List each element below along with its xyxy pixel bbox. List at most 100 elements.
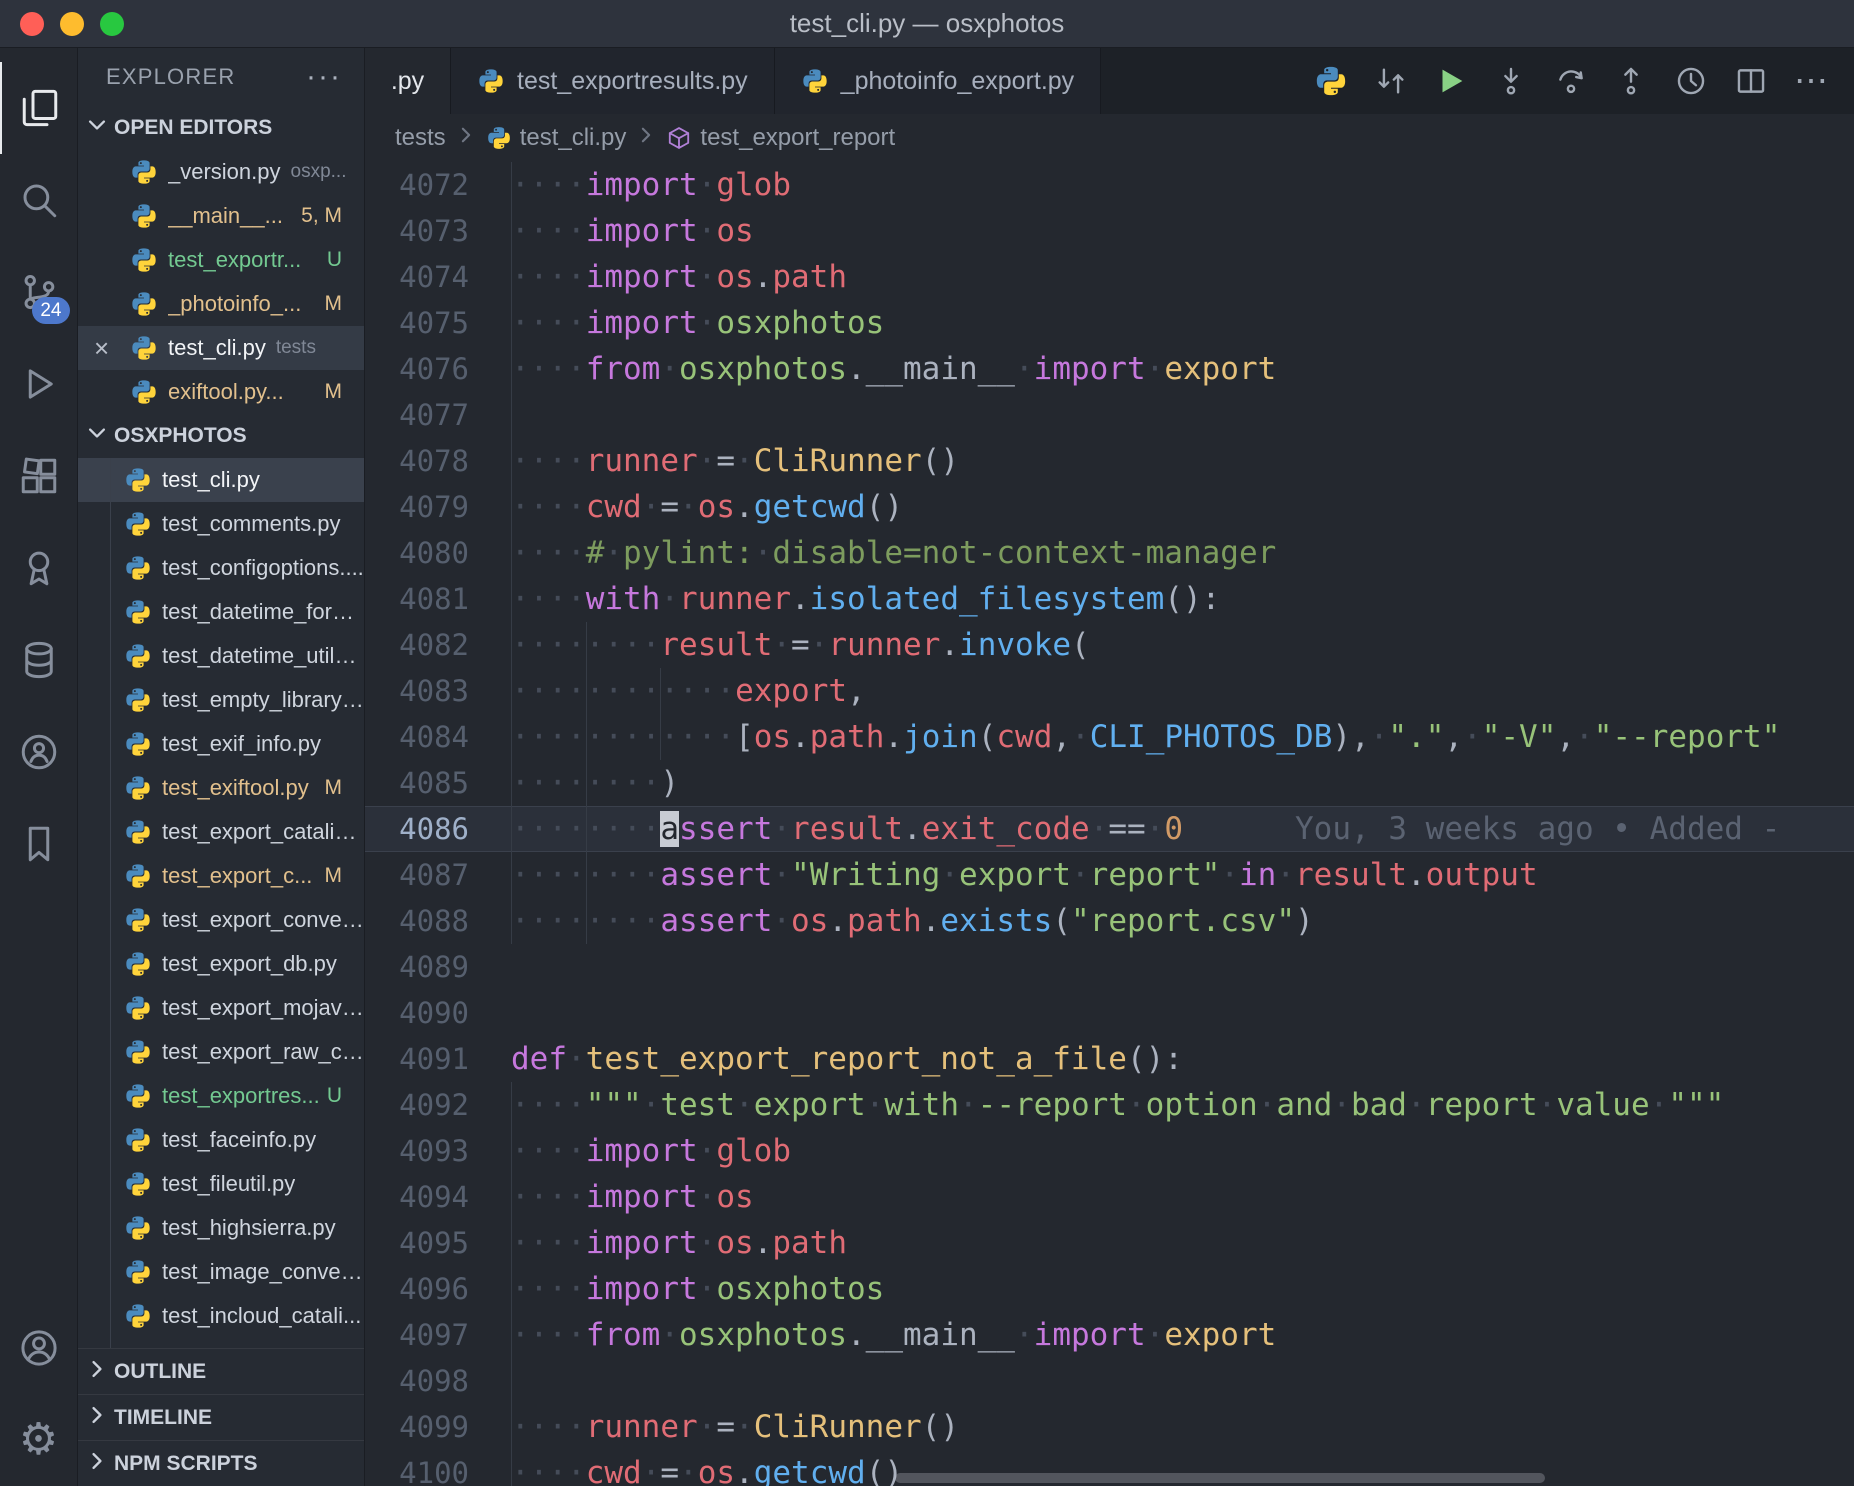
open-editor-item[interactable]: test_exportr...U xyxy=(78,238,364,282)
tree-item[interactable]: test_export_conver... xyxy=(78,898,364,942)
settings-icon[interactable]: ⚙ xyxy=(0,1394,78,1486)
compare-changes-icon[interactable] xyxy=(1368,58,1414,104)
editor-tab[interactable]: .py xyxy=(365,48,451,114)
code-line[interactable]: 4085········) xyxy=(365,760,1854,806)
explorer-more-actions-icon[interactable]: ··· xyxy=(306,60,342,94)
line-number[interactable]: 4077 xyxy=(365,392,511,438)
code-line[interactable]: 4087········assert·"Writing·export·repor… xyxy=(365,852,1854,898)
horizontal-scrollbar[interactable] xyxy=(895,1473,1545,1483)
code-line[interactable]: 4097····from·osxphotos.__main__·import·e… xyxy=(365,1312,1854,1358)
code-line[interactable]: 4094····import·os xyxy=(365,1174,1854,1220)
step-out-icon[interactable] xyxy=(1608,58,1654,104)
tree-item[interactable]: test_fileutil.py xyxy=(78,1162,364,1206)
run-debug-icon[interactable] xyxy=(0,338,78,430)
line-number[interactable]: 4072 xyxy=(365,162,511,208)
gitlens-icon[interactable] xyxy=(0,522,78,614)
line-number[interactable]: 4082 xyxy=(365,622,511,668)
tree-item[interactable]: test_export_mojave... xyxy=(78,986,364,1030)
code-line[interactable]: 4092····"""·test·export·with·--report·op… xyxy=(365,1082,1854,1128)
explorer-icon[interactable] xyxy=(0,62,78,154)
tree-item[interactable]: test_export_raw_ca... xyxy=(78,1030,364,1074)
tree-item[interactable]: test_image_convert... xyxy=(78,1250,364,1294)
live-share-icon[interactable] xyxy=(0,706,78,798)
line-number[interactable]: 4086 xyxy=(365,806,511,852)
code-line[interactable]: 4076····from·osxphotos.__main__·import·e… xyxy=(365,346,1854,392)
line-number[interactable]: 4085 xyxy=(365,760,511,806)
bookmarks-icon[interactable] xyxy=(0,798,78,890)
code-line[interactable]: 4075····import·osxphotos xyxy=(365,300,1854,346)
editor-tab[interactable]: _photoinfo_export.py xyxy=(775,48,1102,114)
tree-item[interactable]: test_comments.py xyxy=(78,502,364,546)
line-number[interactable]: 4081 xyxy=(365,576,511,622)
line-number[interactable]: 4087 xyxy=(365,852,511,898)
code-line[interactable]: 4073····import·os xyxy=(365,208,1854,254)
tree-item[interactable]: test_datetime_utils.... xyxy=(78,634,364,678)
close-editor-icon[interactable]: × xyxy=(94,333,109,364)
open-editor-item[interactable]: exiftool.py...M xyxy=(78,370,364,414)
open-editor-item[interactable]: ×test_cli.pytests xyxy=(78,326,364,370)
line-number[interactable]: 4074 xyxy=(365,254,511,300)
open-editors-section-header[interactable]: OPEN EDITORS xyxy=(78,106,364,150)
line-number[interactable]: 4090 xyxy=(365,990,511,1036)
code-line[interactable]: 4090 xyxy=(365,990,1854,1036)
code-line[interactable]: 4099····runner·=·CliRunner() xyxy=(365,1404,1854,1450)
line-number[interactable]: 4089 xyxy=(365,944,511,990)
line-number[interactable]: 4099 xyxy=(365,1404,511,1450)
tree-item[interactable]: test_highsierra.py xyxy=(78,1206,364,1250)
sidebar-section-npm-scripts[interactable]: NPM SCRIPTS xyxy=(78,1440,364,1486)
tree-item[interactable]: test_export_catalin... xyxy=(78,810,364,854)
breadcrumb-item[interactable]: tests xyxy=(395,124,446,152)
line-number[interactable]: 4095 xyxy=(365,1220,511,1266)
run-file-icon[interactable] xyxy=(1428,58,1474,104)
line-number[interactable]: 4096 xyxy=(365,1266,511,1312)
tree-item[interactable]: test_exportres...U xyxy=(78,1074,364,1118)
sidebar-section-outline[interactable]: OUTLINE xyxy=(78,1348,364,1394)
python-icon[interactable] xyxy=(1308,58,1354,104)
line-number[interactable]: 4080 xyxy=(365,530,511,576)
line-number[interactable]: 4075 xyxy=(365,300,511,346)
code-line[interactable]: 4081····with·runner.isolated_filesystem(… xyxy=(365,576,1854,622)
source-control-icon[interactable]: 24 xyxy=(0,246,78,338)
split-editor-icon[interactable] xyxy=(1728,58,1774,104)
code-line[interactable]: 4077 xyxy=(365,392,1854,438)
folder-section-header[interactable]: OSXPHOTOS xyxy=(78,414,364,458)
tree-item[interactable]: test_exif_info.py xyxy=(78,722,364,766)
history-icon[interactable] xyxy=(1668,58,1714,104)
code-line[interactable]: 4088········assert·os.path.exists("repor… xyxy=(365,898,1854,944)
code-line[interactable]: 4082········result·=·runner.invoke( xyxy=(365,622,1854,668)
line-number[interactable]: 4094 xyxy=(365,1174,511,1220)
line-number[interactable]: 4098 xyxy=(365,1358,511,1404)
code-line[interactable]: 4079····cwd·=·os.getcwd() xyxy=(365,484,1854,530)
database-icon[interactable] xyxy=(0,614,78,706)
code-line[interactable]: 4089 xyxy=(365,944,1854,990)
tree-item[interactable]: test_configoptions.... xyxy=(78,546,364,590)
code-line[interactable]: 4086········assert·result.exit_code·==·0… xyxy=(365,806,1854,852)
line-number[interactable]: 4076 xyxy=(365,346,511,392)
extensions-icon[interactable] xyxy=(0,430,78,522)
line-number[interactable]: 4079 xyxy=(365,484,511,530)
line-number[interactable]: 4073 xyxy=(365,208,511,254)
code-line[interactable]: 4096····import·osxphotos xyxy=(365,1266,1854,1312)
tree-item[interactable]: test_export_db.py xyxy=(78,942,364,986)
code-line[interactable]: 4095····import·os.path xyxy=(365,1220,1854,1266)
line-number[interactable]: 4093 xyxy=(365,1128,511,1174)
code-line[interactable]: 4083············export, xyxy=(365,668,1854,714)
tree-item[interactable]: test_exiftool.pyM xyxy=(78,766,364,810)
tree-item[interactable]: test_datetime_form... xyxy=(78,590,364,634)
search-icon[interactable] xyxy=(0,154,78,246)
code-line[interactable]: 4074····import·os.path xyxy=(365,254,1854,300)
open-editor-item[interactable]: _version.pyosxp... xyxy=(78,150,364,194)
code-line[interactable]: 4098 xyxy=(365,1358,1854,1404)
breadcrumb-item[interactable]: test_export_report xyxy=(666,124,895,152)
open-editor-item[interactable]: __main__...5, M xyxy=(78,194,364,238)
breadcrumb-item[interactable]: test_cli.py xyxy=(486,124,627,152)
tree-item[interactable]: test_faceinfo.py xyxy=(78,1118,364,1162)
more-actions-icon[interactable]: ⋯ xyxy=(1788,58,1834,104)
open-editor-item[interactable]: _photoinfo_...M xyxy=(78,282,364,326)
line-number[interactable]: 4083 xyxy=(365,668,511,714)
sidebar-section-timeline[interactable]: TIMELINE xyxy=(78,1394,364,1440)
account-icon[interactable] xyxy=(0,1302,78,1394)
tree-item[interactable]: test_export_c...M xyxy=(78,854,364,898)
line-number[interactable]: 4092 xyxy=(365,1082,511,1128)
line-number[interactable]: 4088 xyxy=(365,898,511,944)
